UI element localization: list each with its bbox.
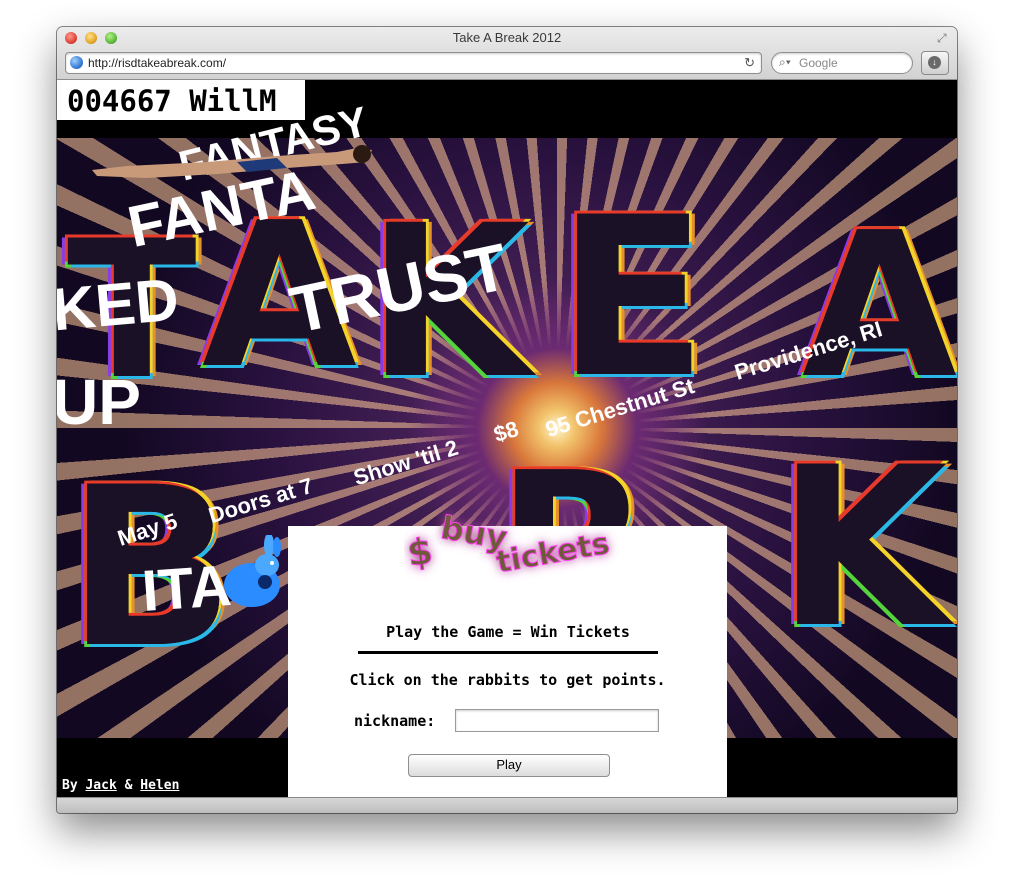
tickets-label: tickets (494, 526, 612, 580)
title-divider (358, 651, 658, 654)
credits-separator: & (124, 778, 133, 793)
author-link-helen[interactable]: Helen (140, 778, 179, 793)
browser-window: Take A Break 2012 ⤢ http://risdtakeabrea… (57, 27, 957, 813)
downloads-button[interactable]: ↓ (921, 51, 949, 75)
download-icon: ↓ (928, 56, 941, 69)
window-title: Take A Break 2012 (452, 30, 562, 45)
nickname-label: nickname: (354, 712, 436, 730)
poster-big-letter-a2: A (797, 185, 957, 428)
buy-tickets-dollar: $ (405, 531, 436, 575)
game-panel: $ buy tickets Play the Game = Win Ticket… (288, 508, 727, 797)
fullscreen-icon[interactable]: ⤢ (937, 31, 951, 45)
author-link-jack[interactable]: Jack (85, 778, 116, 793)
poster-word-ked: KED (57, 265, 182, 344)
credits-prefix: By (62, 778, 78, 793)
game-instructions: Click on the rabbits to get points. (349, 671, 666, 689)
title-bar: Take A Break 2012 ⤢ http://risdtakeabrea… (57, 27, 957, 80)
window-bottom-bar (57, 797, 957, 813)
poster-big-letter-k2: K (772, 415, 953, 681)
page-viewport: T A K E A B R K FANTASY FANTA KED UP TRU… (57, 80, 957, 797)
globe-icon (70, 56, 83, 69)
diver-image (92, 145, 372, 178)
nickname-input[interactable] (455, 709, 659, 732)
address-bar[interactable]: http://risdtakeabreak.com/ ↻ (65, 52, 762, 74)
rabbit-target[interactable] (217, 535, 287, 610)
buy-tickets-button[interactable]: $ buy tickets (404, 506, 624, 586)
poster-word-up: UP (57, 366, 141, 438)
score-display: 004667 WillM (57, 80, 305, 120)
url-text[interactable]: http://risdtakeabreak.com/ (88, 56, 226, 70)
game-title: Play the Game = Win Tickets (386, 623, 630, 641)
search-icon: ⌕▾ (779, 55, 791, 69)
reload-icon[interactable]: ↻ (744, 55, 755, 71)
search-placeholder: Google (799, 56, 838, 70)
search-field[interactable]: ⌕▾ Google (771, 52, 913, 74)
credits: By Jack & Helen (62, 778, 179, 793)
play-button[interactable]: Play (408, 754, 610, 777)
